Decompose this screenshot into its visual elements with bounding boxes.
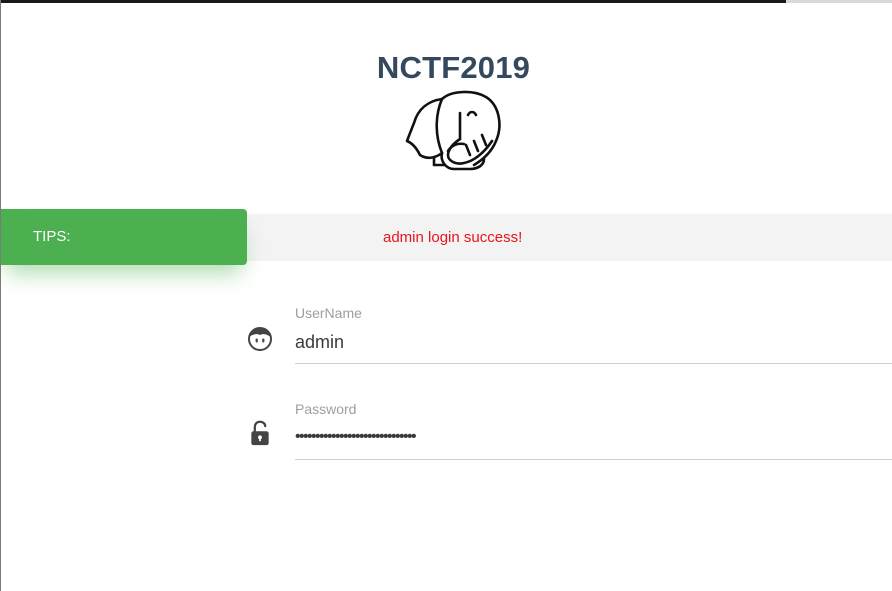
username-underline <box>295 363 892 364</box>
tips-label: TIPS: <box>33 228 71 245</box>
page-title: NCTF2019 <box>376 50 531 85</box>
password-label: Password <box>295 401 357 417</box>
tips-badge: TIPS: <box>1 209 247 265</box>
elephant-icon <box>405 90 501 171</box>
username-input[interactable]: admin <box>295 332 344 353</box>
login-page: NCTF2019 admin login success! TIPS: User… <box>0 0 892 591</box>
username-label: UserName <box>295 305 362 321</box>
tips-message-bar <box>247 214 892 261</box>
password-input[interactable]: •••••••••••••••••••••••••••••• <box>295 428 417 446</box>
page-progress-fill <box>1 0 786 3</box>
unlocked-padlock-icon <box>251 420 269 446</box>
user-face-icon <box>248 327 272 351</box>
password-underline <box>295 459 892 460</box>
page-progress-bar <box>1 0 892 3</box>
tips-message: admin login success! <box>383 229 523 246</box>
